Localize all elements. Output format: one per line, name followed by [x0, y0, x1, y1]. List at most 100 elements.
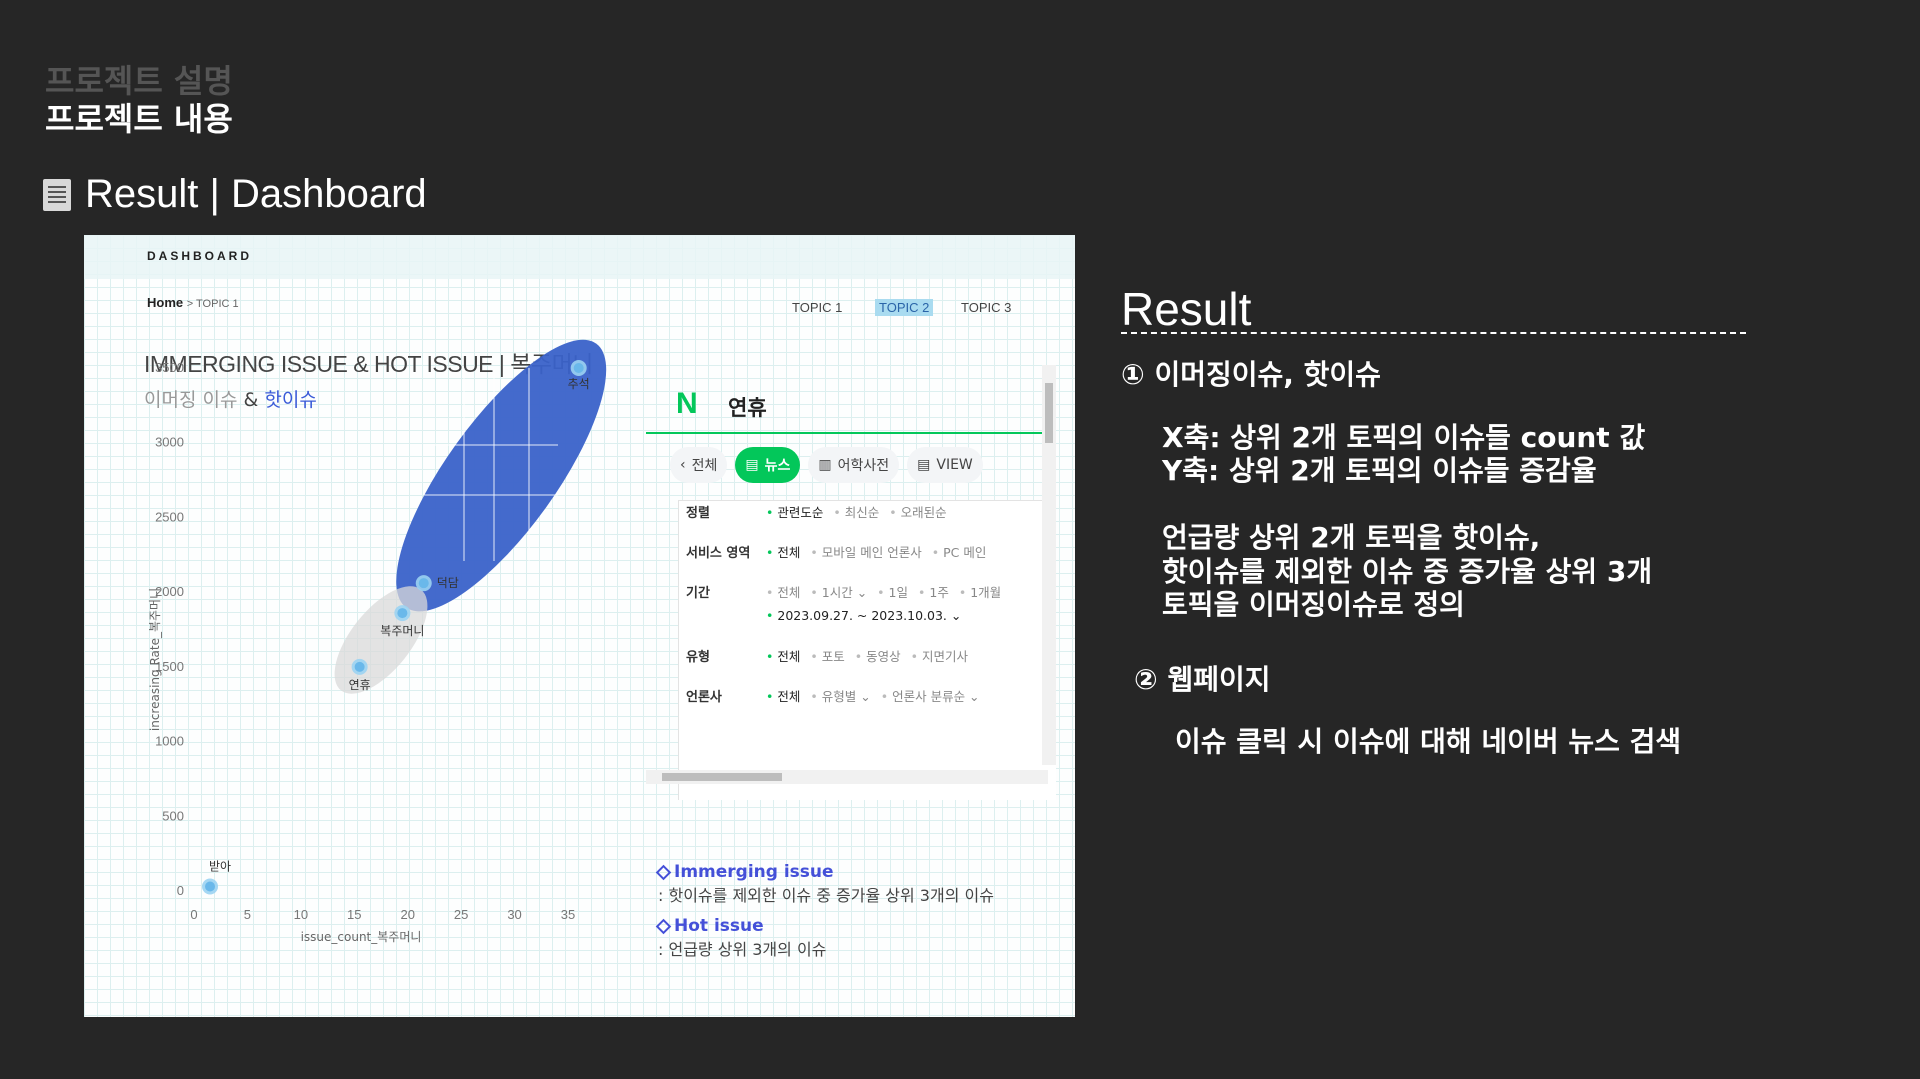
filter-option[interactable]: 지면기사	[911, 646, 968, 665]
legend-emerging-desc: : 핫이슈를 제외한 이슈 중 증가율 상위 3개의 이슈	[658, 886, 994, 905]
diamond-icon	[655, 864, 672, 880]
filter-option[interactable]: 오래된순	[889, 502, 947, 521]
tab-view[interactable]: ▤ VIEW	[907, 447, 983, 483]
document-icon	[43, 178, 71, 211]
filter-option[interactable]: PC 메인	[932, 542, 986, 561]
dashboard-screenshot: DASHBOARD Home > TOPIC 1 TOPIC 1 TOPIC 2…	[84, 235, 1075, 1017]
section-title: Result | Dashboard	[43, 172, 427, 217]
tab-view-label: VIEW	[936, 457, 973, 473]
x-tick-label: 10	[294, 907, 308, 922]
search-underline	[646, 432, 1048, 434]
data-point-core	[573, 363, 584, 373]
filter-key: 서비스 영역	[686, 546, 751, 561]
header-title: 프로젝트 내용	[45, 100, 233, 138]
result-title: Result	[1121, 283, 1252, 335]
section-title-text: Result | Dashboard	[85, 172, 427, 216]
filter-key: 정렬	[686, 506, 710, 521]
tab-topic-3[interactable]: TOPIC 3	[957, 299, 1015, 316]
naver-logo[interactable]: N	[676, 387, 698, 421]
result-item1-line: 핫이슈를 제외한 이슈 중 증가율 상위 3개	[1162, 555, 1653, 588]
vertical-scrollbar[interactable]	[1042, 365, 1056, 765]
x-tick-label: 25	[454, 907, 468, 922]
result-item2-heading: ② 웹페이지	[1134, 663, 1271, 696]
filter-row: 서비스 영역 전체 모바일 메인 언론사 PC 메인	[686, 542, 986, 561]
tab-topic-2[interactable]: TOPIC 2	[875, 299, 934, 316]
filter-key: 유형	[686, 650, 710, 665]
tab-dictionary[interactable]: ▥ 어학사전	[808, 447, 900, 483]
news-icon: ▤	[745, 457, 759, 473]
tab-topic-1[interactable]: TOPIC 1	[788, 299, 846, 316]
filter-option[interactable]: 전체	[766, 582, 800, 601]
filter-option[interactable]: 1시간 ⌄	[810, 582, 867, 601]
search-query[interactable]: 연휴	[728, 392, 767, 422]
filter-row: 정렬 관련도순 최신순 오래된순	[686, 502, 947, 521]
x-tick-label: 0	[190, 907, 197, 922]
y-tick-label: 1000	[155, 734, 184, 749]
tab-news-label: 뉴스	[764, 458, 791, 474]
chevron-left-icon: ‹	[680, 457, 686, 473]
x-tick-label: 35	[561, 907, 575, 922]
filter-row: 언론사 전체 유형별 ⌄ 언론사 분류순 ⌄	[686, 686, 980, 705]
point-label: 추석	[568, 377, 590, 391]
legend-emerging: Immerging issue : 핫이슈를 제외한 이슈 중 증가율 상위 3…	[655, 862, 994, 906]
filter-option[interactable]: 포토	[810, 646, 845, 665]
filter-option[interactable]: 전체	[766, 542, 800, 561]
filter-key	[686, 608, 756, 623]
filter-option[interactable]: 전체	[766, 686, 800, 705]
filter-option[interactable]: 2023.09.27. ~ 2023.10.03. ⌄	[766, 608, 961, 623]
y-tick-label: 3000	[155, 435, 184, 450]
point-label: 덕담	[437, 576, 459, 590]
filter-option[interactable]: 유형별 ⌄	[810, 686, 871, 705]
y-tick-label: 2500	[155, 509, 184, 524]
filter-option[interactable]: 언론사 분류순 ⌄	[881, 686, 979, 705]
tab-dictionary-label: 어학사전	[837, 458, 890, 474]
result-item2-line: 이슈 클릭 시 이슈에 대해 네이버 뉴스 검색	[1175, 725, 1682, 758]
point-label: 연휴	[349, 678, 371, 692]
filter-row: 기간 전체 1시간 ⌄ 1일 1주 1개월	[686, 582, 1001, 601]
filter-key: 언론사	[686, 690, 722, 705]
filter-option[interactable]: 최신순	[833, 502, 880, 521]
tab-all-label: 전체	[691, 458, 718, 474]
data-point-core	[418, 578, 429, 589]
result-divider	[1121, 332, 1746, 334]
search-tabs: ‹ 전체 ▤ 뉴스 ▥ 어학사전 ▤ VIEW	[670, 447, 983, 483]
legend-hot-title: Hot issue	[674, 916, 764, 936]
filter-row: 2023.09.27. ~ 2023.10.03. ⌄	[686, 608, 961, 623]
y-tick-label: 3500	[155, 360, 184, 375]
result-item1-line: X축: 상위 2개 토픽의 이슈들 count 값	[1162, 421, 1646, 454]
view-icon: ▤	[917, 457, 931, 473]
x-axis-label: issue_count_복주머니	[301, 930, 422, 944]
scatter-chart: 05001000150020002500300035000 5 10 15 20 25 30…	[148, 339, 607, 944]
filter-option[interactable]: 1일	[877, 582, 908, 601]
dictionary-icon: ▥	[818, 457, 832, 473]
x-tick-label: 15	[347, 907, 361, 922]
data-point-core	[205, 881, 216, 892]
x-tick-label: 30	[507, 907, 521, 922]
filter-row: 유형 전체 포토 동영상 지면기사	[686, 646, 968, 665]
filter-option[interactable]: 모바일 메인 언론사	[810, 542, 922, 561]
legend-hot: Hot issue : 언급량 상위 3개의 이슈	[655, 916, 827, 960]
result-item1-line: Y축: 상위 2개 토픽의 이슈들 증감율	[1162, 454, 1597, 487]
filter-option[interactable]: 1개월	[959, 582, 1001, 601]
legend-hot-desc: : 언급량 상위 3개의 이슈	[658, 940, 827, 959]
horizontal-scrollbar[interactable]	[646, 770, 1048, 784]
tab-all[interactable]: ‹ 전체	[670, 447, 728, 483]
point-label: 복주머니	[380, 624, 424, 638]
diamond-icon	[655, 918, 672, 934]
tab-news[interactable]: ▤ 뉴스	[735, 447, 801, 483]
filter-option[interactable]: 동영상	[855, 646, 901, 665]
naver-search-panel: N 연휴 ‹ 전체 ▤ 뉴스 ▥ 어학사전 ▤ VIEW 정렬 관련도순 최신순 오래된순서비…	[646, 365, 1056, 815]
point-label: 받아	[209, 860, 231, 874]
y-tick-label: 500	[162, 808, 184, 823]
x-tick-label: 20	[400, 907, 414, 922]
filter-key: 기간	[686, 586, 710, 601]
y-axis-label: increasing Rate_복주머니	[148, 588, 162, 731]
filter-option[interactable]: 전체	[766, 646, 800, 665]
result-item1-heading: ① 이머징이슈, 핫이슈	[1121, 358, 1381, 391]
x-tick-label: 5	[244, 907, 251, 922]
legend-emerging-title: Immerging issue	[674, 862, 834, 882]
y-tick-label: 0	[177, 883, 184, 898]
result-item1-line: 언급량 상위 2개 토픽을 핫이슈,	[1162, 521, 1541, 554]
filter-option[interactable]: 1주	[918, 582, 948, 601]
filter-option[interactable]: 관련도순	[766, 502, 823, 521]
